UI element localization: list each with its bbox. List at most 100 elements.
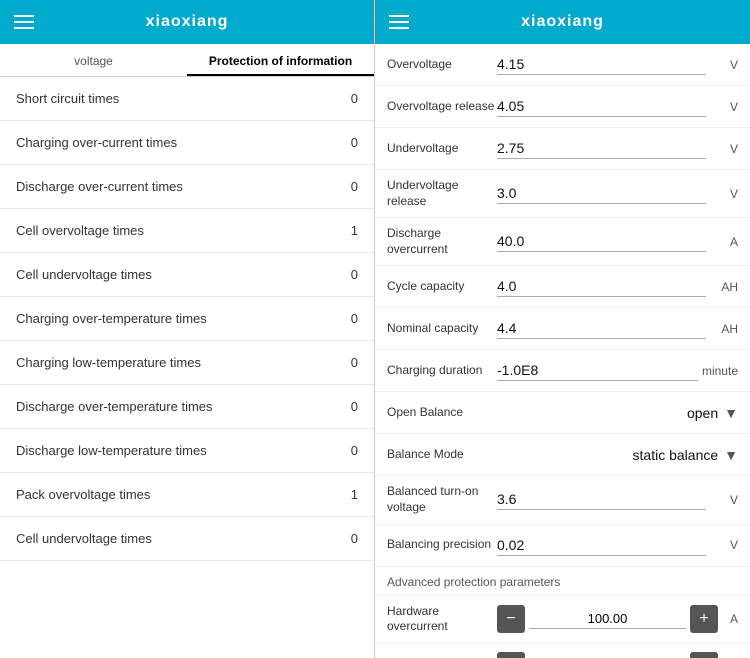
stepper-minus-button[interactable]: − — [497, 652, 525, 658]
dropdown-value: open — [687, 405, 718, 421]
list-item: Cell undervoltage times 0 — [0, 253, 374, 297]
form-unit: V — [710, 493, 738, 507]
right-menu-icon[interactable] — [389, 15, 409, 29]
form-row: Overvoltage release V — [375, 86, 750, 128]
form-unit: V — [710, 187, 738, 201]
balance-label: Balancing precision — [387, 537, 497, 553]
form-label: Charging duration — [387, 363, 497, 379]
list-item: Short circuit times 0 — [0, 77, 374, 121]
form-input[interactable] — [497, 360, 698, 380]
tabs-row: voltage Protection of information — [0, 44, 374, 77]
form-label: Discharge overcurrent — [387, 226, 497, 257]
list-item-label: Discharge over-temperature times — [16, 399, 213, 414]
form-row: Overvoltage V — [375, 44, 750, 86]
list-item: Charging over-temperature times 0 — [0, 297, 374, 341]
form-unit: A — [710, 235, 738, 249]
dropdown-label: Open Balance — [387, 405, 497, 421]
list-item-label: Charging over-temperature times — [16, 311, 207, 326]
form-input-wrap — [497, 231, 706, 252]
form-input-wrap — [497, 276, 706, 297]
list-item-label: Cell undervoltage times — [16, 531, 152, 546]
list-item-value: 0 — [338, 443, 358, 458]
dropdown-row: Balance Mode static balance ▼ — [375, 434, 750, 476]
tab-protection[interactable]: Protection of information — [187, 44, 374, 76]
form-input-wrap — [497, 535, 706, 556]
form-input-wrap — [497, 183, 706, 204]
dropdown-value: static balance — [633, 447, 719, 463]
dropdown-control[interactable]: open ▼ — [497, 405, 738, 421]
stepper-plus-button[interactable]: + — [690, 652, 718, 658]
form-unit: minute — [702, 364, 738, 378]
form-row: Cycle capacity AH — [375, 266, 750, 308]
form-input-wrap — [497, 138, 706, 159]
list-item-label: Charging low-temperature times — [16, 355, 201, 370]
stepper-row: Hardware short − + A — [375, 644, 750, 658]
left-header-title: xiaoxiang — [146, 13, 229, 31]
form-unit: AH — [710, 280, 738, 294]
form-input[interactable] — [497, 318, 706, 338]
form-label: Undervoltage release — [387, 178, 497, 209]
form-row: Undervoltage release V — [375, 170, 750, 218]
left-menu-icon[interactable] — [14, 15, 34, 29]
list-item-value: 1 — [338, 487, 358, 502]
form-input-wrap — [497, 360, 698, 381]
dropdown-row: Open Balance open ▼ — [375, 392, 750, 434]
stepper-input[interactable] — [529, 609, 686, 628]
list-item: Discharge over-temperature times 0 — [0, 385, 374, 429]
form-label: Overvoltage — [387, 57, 497, 73]
dropdown-control[interactable]: static balance ▼ — [497, 447, 738, 463]
form-row: Undervoltage V — [375, 128, 750, 170]
list-item-value: 0 — [338, 135, 358, 150]
stepper-controls: − + A — [497, 652, 738, 658]
list-item: Discharge low-temperature times 0 — [0, 429, 374, 473]
stepper-unit: A — [722, 612, 738, 626]
stepper-plus-button[interactable]: + — [690, 605, 718, 633]
balance-label: Balanced turn-on voltage — [387, 484, 497, 515]
balance-input[interactable] — [497, 489, 706, 509]
form-unit: V — [710, 100, 738, 114]
tab-voltage[interactable]: voltage — [0, 44, 187, 76]
form-unit: AH — [710, 322, 738, 336]
list-item-label: Cell undervoltage times — [16, 267, 152, 282]
stepper-minus-button[interactable]: − — [497, 605, 525, 633]
list-item: Charging low-temperature times 0 — [0, 341, 374, 385]
balance-input[interactable] — [497, 535, 706, 555]
form-row: Nominal capacity AH — [375, 308, 750, 350]
form-label: Overvoltage release — [387, 99, 497, 115]
left-header: xiaoxiang — [0, 0, 374, 44]
dropdown-label: Balance Mode — [387, 447, 497, 463]
list-item-label: Discharge low-temperature times — [16, 443, 207, 458]
form-input[interactable] — [497, 96, 706, 116]
form-label: Undervoltage — [387, 141, 497, 157]
form-input[interactable] — [497, 54, 706, 74]
dropdown-arrow-icon: ▼ — [724, 447, 738, 463]
left-panel: xiaoxiang voltage Protection of informat… — [0, 0, 375, 658]
form-unit: V — [710, 58, 738, 72]
form-input[interactable] — [497, 276, 706, 296]
list-item-label: Cell overvoltage times — [16, 223, 144, 238]
dropdown-arrow-icon: ▼ — [724, 405, 738, 421]
list-item: Cell undervoltage times 0 — [0, 517, 374, 561]
form-content: Overvoltage V Overvoltage release V Unde… — [375, 44, 750, 658]
form-input[interactable] — [497, 231, 706, 251]
form-label: Nominal capacity — [387, 321, 497, 337]
list-item: Pack overvoltage times 1 — [0, 473, 374, 517]
protection-list: Short circuit times 0 Charging over-curr… — [0, 77, 374, 658]
list-item-value: 0 — [338, 399, 358, 414]
list-item-label: Short circuit times — [16, 91, 119, 106]
form-input[interactable] — [497, 138, 706, 158]
right-panel: xiaoxiang Overvoltage V Overvoltage rele… — [375, 0, 750, 658]
stepper-row: Hardware overcurrent − + A — [375, 596, 750, 644]
form-row: Charging duration minute — [375, 350, 750, 392]
form-row: Discharge overcurrent A — [375, 218, 750, 266]
list-item-value: 0 — [338, 311, 358, 326]
form-input[interactable] — [497, 183, 706, 203]
form-unit: V — [710, 142, 738, 156]
balance-row: Balancing precision V — [375, 525, 750, 567]
list-item-label: Charging over-current times — [16, 135, 177, 150]
list-item-label: Discharge over-current times — [16, 179, 183, 194]
list-item-value: 0 — [338, 355, 358, 370]
balance-row: Balanced turn-on voltage V — [375, 476, 750, 524]
right-header-title: xiaoxiang — [521, 13, 604, 31]
list-item: Charging over-current times 0 — [0, 121, 374, 165]
